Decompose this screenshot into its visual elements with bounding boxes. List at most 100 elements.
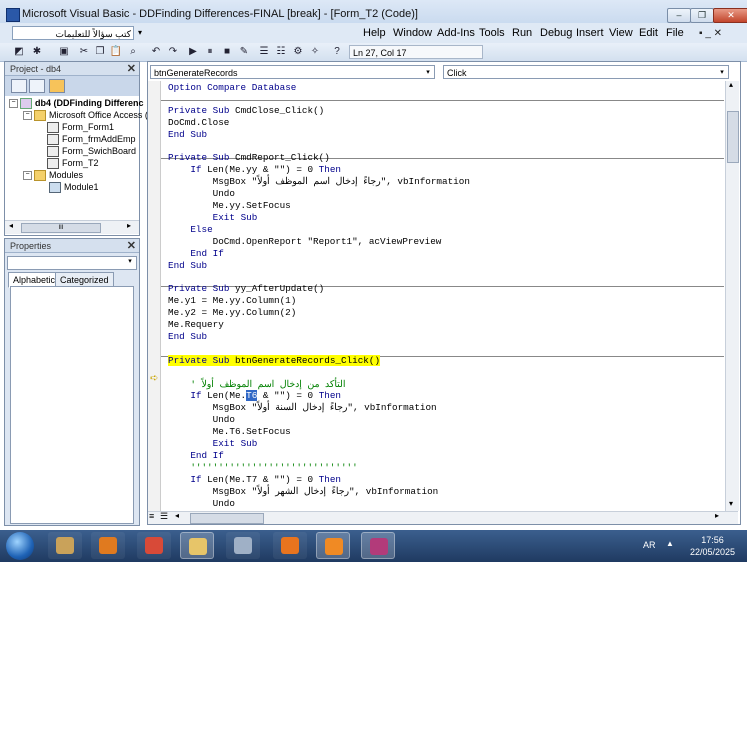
- scroll-left-icon[interactable]: ◂: [9, 221, 13, 230]
- code-line[interactable]: Undo: [168, 414, 235, 426]
- ask-question-input[interactable]: كتب سؤالاً للتعليمات: [12, 26, 134, 40]
- code-line[interactable]: Me.Requery: [168, 319, 224, 331]
- code-line[interactable]: Private Sub CmdReport_Click(): [168, 152, 330, 164]
- start-button[interactable]: [6, 532, 34, 560]
- project-explorer-icon[interactable]: ☰: [257, 45, 271, 58]
- menu-view[interactable]: View: [609, 27, 633, 39]
- firefox-app-button[interactable]: [316, 532, 350, 559]
- code-line[interactable]: Me.yy.SetFocus: [168, 200, 291, 212]
- insert-module-icon[interactable]: ✱: [30, 45, 44, 58]
- code-line[interactable]: End Sub: [168, 331, 207, 343]
- chevron-down-icon[interactable]: ▾: [423, 66, 433, 80]
- tree-item-form-t2[interactable]: Form_T2: [47, 158, 99, 170]
- code-line[interactable]: End If: [168, 248, 224, 260]
- view-code-button[interactable]: [11, 79, 27, 93]
- scroll-right-icon[interactable]: ▸: [127, 221, 131, 230]
- code-line[interactable]: Me.T6.SetFocus: [168, 426, 291, 438]
- scroll-left-icon[interactable]: ◂: [175, 511, 179, 520]
- restore-button[interactable]: ❐: [690, 8, 714, 23]
- help-icon[interactable]: ?: [330, 45, 344, 58]
- properties-object-select[interactable]: ▾: [7, 256, 137, 270]
- view-access-icon[interactable]: ◩: [12, 45, 26, 58]
- mdi-window-controls[interactable]: ▪ _ ✕: [699, 28, 722, 39]
- menu-tools[interactable]: Tools: [479, 27, 505, 39]
- tree-item-module1[interactable]: Module1: [49, 182, 99, 194]
- close-button[interactable]: ✕: [713, 8, 747, 23]
- vba-editor-app-button[interactable]: [361, 532, 395, 559]
- code-line[interactable]: MsgBox "رجاءً إدخال الشهر أولاً", vbInfo…: [168, 486, 439, 498]
- toolbox-icon[interactable]: ✧: [308, 45, 322, 58]
- paint-app-button[interactable]: [48, 532, 82, 559]
- chrome-app-button[interactable]: [137, 532, 171, 559]
- menu-window[interactable]: Window: [393, 27, 432, 39]
- toggle-folders-button[interactable]: [49, 79, 65, 93]
- code-vertical-scrollbar[interactable]: ▴ ▾: [725, 80, 739, 511]
- code-line[interactable]: '''''''''''''''''''''''''''''': [168, 462, 357, 474]
- save-icon[interactable]: ▣: [57, 45, 71, 58]
- menu-run[interactable]: Run: [512, 27, 532, 39]
- menu-help[interactable]: Help: [363, 27, 386, 39]
- undo-icon[interactable]: ↶: [149, 45, 163, 58]
- media-player-app-button[interactable]: [91, 532, 125, 559]
- procedure-view-icon[interactable]: ≡: [149, 511, 154, 521]
- code-horizontal-scrollbar[interactable]: ≡ ☰ ◂ ▸: [148, 511, 738, 524]
- code-line[interactable]: MsgBox "رجاءً إدخال اسم الموظف أولاً", v…: [168, 176, 470, 188]
- chevron-down-icon[interactable]: ▾: [717, 66, 727, 80]
- project-pane-close-button[interactable]: ✕: [127, 62, 136, 76]
- code-margin[interactable]: ➪: [148, 81, 161, 511]
- tree-item-swichboard[interactable]: Form_SwichBoard: [47, 146, 136, 158]
- find-icon[interactable]: ⌕: [126, 45, 140, 58]
- menu-file[interactable]: File: [666, 27, 684, 39]
- properties-pane-close-button[interactable]: ✕: [127, 239, 136, 253]
- code-line[interactable]: Undo: [168, 498, 235, 510]
- code-vertical-scroll-thumb[interactable]: [727, 111, 739, 163]
- menu-insert[interactable]: Insert: [576, 27, 604, 39]
- pinned-app-button[interactable]: [273, 532, 307, 559]
- menu-edit[interactable]: Edit: [639, 27, 658, 39]
- calculator-app-button[interactable]: [226, 532, 260, 559]
- code-line[interactable]: DoCmd.Close: [168, 117, 229, 129]
- code-line[interactable]: If Len(Me.yy & "") = 0 Then: [168, 164, 341, 176]
- copy-icon[interactable]: ❐: [93, 45, 107, 58]
- code-line[interactable]: If Len(Me.T6 & "") = 0 Then: [168, 390, 341, 402]
- code-line[interactable]: Else: [168, 224, 212, 236]
- language-indicator[interactable]: AR: [643, 540, 656, 550]
- procedure-select[interactable]: Click ▾: [443, 65, 729, 79]
- code-line[interactable]: Exit Sub: [168, 212, 258, 224]
- object-select[interactable]: btnGenerateRecords ▾: [150, 65, 435, 79]
- code-line[interactable]: If Len(Me.T7 & "") = 0 Then: [168, 474, 341, 486]
- properties-window-icon[interactable]: ☷: [274, 45, 288, 58]
- code-line[interactable]: Me.y2 = Me.yy.Column(2): [168, 307, 296, 319]
- code-line[interactable]: Exit Sub: [168, 438, 258, 450]
- menu-debug[interactable]: Debug: [540, 27, 572, 39]
- code-line[interactable]: MsgBox "رجاءً إدخال السنة أولاً", vbInfo…: [168, 402, 437, 414]
- view-object-button[interactable]: [29, 79, 45, 93]
- code-line[interactable]: Undo: [168, 188, 235, 200]
- tree-item-frmaddemp[interactable]: Form_frmAddEmp: [47, 134, 136, 146]
- paste-icon[interactable]: 📋: [109, 45, 123, 58]
- code-line[interactable]: End Sub: [168, 129, 207, 141]
- chevron-down-icon[interactable]: ▾: [125, 257, 135, 265]
- code-editor[interactable]: Option Compare Database Private Sub CmdCl…: [161, 81, 724, 511]
- code-line[interactable]: Private Sub yy_AfterUpdate(): [168, 283, 324, 295]
- explorer-app-button[interactable]: [180, 532, 214, 559]
- ask-dropdown-icon[interactable]: ▾: [135, 26, 145, 40]
- tree-item-modules[interactable]: − Modules: [23, 170, 83, 182]
- project-horizontal-scrollbar[interactable]: ◂ III ▸: [5, 220, 139, 234]
- cut-icon[interactable]: ✂: [77, 45, 91, 58]
- code-line[interactable]: End Sub: [168, 260, 207, 272]
- scroll-up-icon[interactable]: ▴: [729, 80, 733, 89]
- object-browser-icon[interactable]: ⚙: [291, 45, 305, 58]
- code-line[interactable]: Private Sub CmdClose_Click(): [168, 105, 324, 117]
- tree-item-form1[interactable]: Form_Form1: [47, 122, 114, 134]
- tree-item-access-objects[interactable]: − Microsoft Office Access (: [23, 110, 148, 122]
- code-line[interactable]: DoCmd.OpenReport "Report1", acViewPrevie…: [168, 236, 442, 248]
- code-line[interactable]: End If: [168, 450, 224, 462]
- code-line[interactable]: Private Sub btnGenerateRecords_Click(): [168, 355, 381, 367]
- collapse-icon[interactable]: −: [23, 171, 32, 181]
- scroll-down-icon[interactable]: ▾: [729, 499, 733, 508]
- break-icon[interactable]: ⏸: [203, 45, 217, 58]
- code-line[interactable]: Option Compare Database: [168, 82, 296, 94]
- reset-icon[interactable]: ■: [220, 45, 234, 58]
- code-line[interactable]: Me.y1 = Me.yy.Column(1): [168, 295, 296, 307]
